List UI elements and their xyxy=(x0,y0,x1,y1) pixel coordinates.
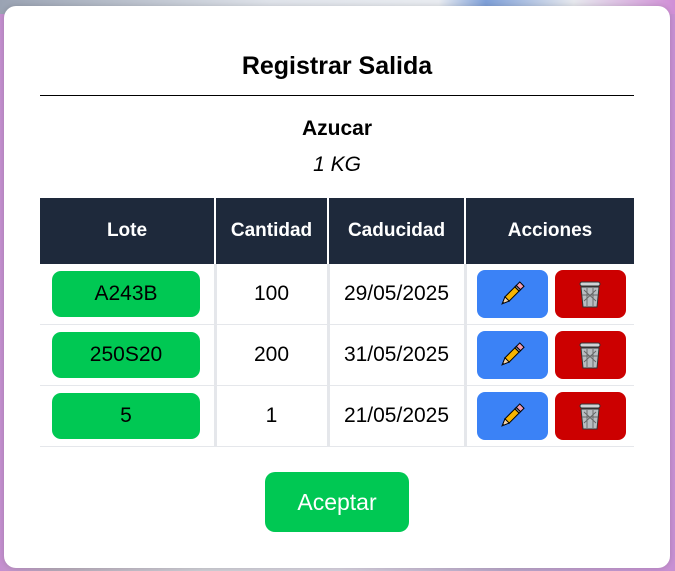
edit-button[interactable] xyxy=(476,331,548,379)
header-acciones: Acciones xyxy=(464,198,634,264)
cell-lote: 5 xyxy=(40,385,215,447)
row-actions xyxy=(467,331,635,379)
cell-cantidad: 200 xyxy=(213,324,328,386)
title-divider xyxy=(40,95,634,96)
cell-lote: A243B xyxy=(40,264,215,325)
pencil-icon xyxy=(501,342,525,366)
edit-button[interactable] xyxy=(476,270,548,318)
cell-acciones xyxy=(463,385,635,447)
delete-button[interactable] xyxy=(554,270,626,318)
table-row: 250S20 200 31/05/2025 xyxy=(40,324,635,386)
cell-lote: 250S20 xyxy=(40,324,215,386)
table-row: 5 1 21/05/2025 xyxy=(40,385,635,447)
lote-badge[interactable]: A243B xyxy=(52,271,200,317)
lote-badge[interactable]: 250S20 xyxy=(52,332,200,378)
row-actions xyxy=(467,392,635,440)
table-row: A243B 100 29/05/2025 xyxy=(40,264,634,325)
register-exit-modal: Registrar Salida Azucar 1 KG Lote Cantid… xyxy=(4,6,670,568)
accept-button[interactable]: Aceptar xyxy=(265,472,409,532)
delete-button[interactable] xyxy=(554,392,626,440)
cell-acciones xyxy=(463,264,635,325)
pencil-icon xyxy=(501,281,525,305)
cell-caducidad: 21/05/2025 xyxy=(326,385,465,447)
delete-button[interactable] xyxy=(554,331,626,379)
modal-title: Registrar Salida xyxy=(241,52,433,80)
edit-button[interactable] xyxy=(476,392,548,440)
product-name: Azucar xyxy=(301,117,373,140)
cell-caducidad: 29/05/2025 xyxy=(326,264,465,325)
cell-caducidad: 31/05/2025 xyxy=(326,324,465,386)
cell-cantidad: 100 xyxy=(213,264,328,325)
cell-acciones xyxy=(463,324,635,386)
lots-table: Lote Cantidad Caducidad Acciones A243B 1… xyxy=(40,198,634,447)
trash-icon xyxy=(579,281,601,308)
header-cantidad: Cantidad xyxy=(214,198,328,264)
trash-icon xyxy=(579,403,601,430)
header-caducidad: Caducidad xyxy=(327,198,465,264)
header-lote: Lote xyxy=(40,198,215,264)
pencil-icon xyxy=(501,403,525,427)
cell-cantidad: 1 xyxy=(213,385,328,447)
product-quantity: 1 KG xyxy=(313,153,361,176)
trash-icon xyxy=(579,342,601,369)
row-actions xyxy=(467,270,635,318)
table-header-row: Lote Cantidad Caducidad Acciones xyxy=(40,198,634,264)
lote-badge[interactable]: 5 xyxy=(52,393,200,439)
